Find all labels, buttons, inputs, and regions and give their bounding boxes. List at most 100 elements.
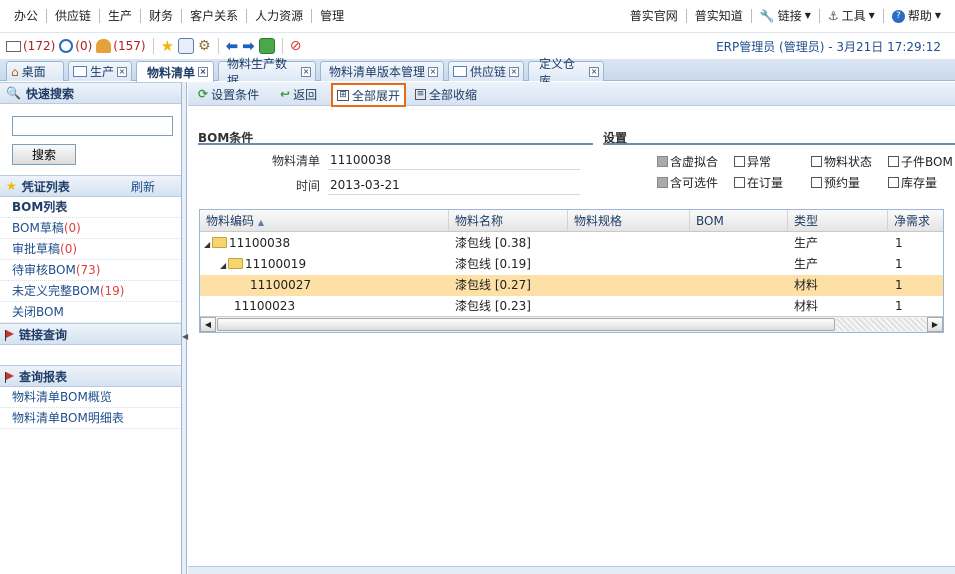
forward-arrow-icon[interactable]: ➡	[242, 37, 255, 55]
main-menu: 办公 供应链 生产 财务 客户关系 人力资源 管理	[6, 9, 352, 23]
checkbox-exception[interactable]: 异常	[734, 153, 771, 170]
checkbox-box	[888, 156, 899, 167]
sidebar-item-approval-draft[interactable]: 审批草稿(0)	[0, 239, 181, 260]
report-query-header[interactable]: 查询报表	[0, 365, 181, 387]
sidebar-item-count: (73)	[75, 263, 101, 277]
knowledge-link[interactable]: 普实知道	[687, 9, 752, 23]
voucher-list-title: 凭证列表	[21, 179, 70, 194]
tab-define-warehouse[interactable]: 定义仓库 ×	[528, 57, 604, 88]
help-icon: ?	[891, 9, 905, 23]
tab-bom-version[interactable]: 物料清单版本管理 ×	[320, 61, 444, 81]
users-button[interactable]: (157)	[96, 39, 146, 53]
close-icon[interactable]: ×	[301, 66, 311, 77]
sidebar-item-bom-draft[interactable]: BOM草稿(0)	[0, 218, 181, 239]
quick-search-header[interactable]: 🔍 快速搜索	[0, 82, 181, 104]
back-button[interactable]: ↩ 返回	[276, 85, 321, 103]
column-bom[interactable]: BOM	[690, 210, 788, 232]
sidebar-item-closed-bom[interactable]: 关闭BOM	[0, 302, 181, 323]
checkbox-stock[interactable]: 库存量	[888, 174, 937, 191]
close-icon[interactable]: ×	[428, 66, 439, 77]
tab-supply-chain[interactable]: 供应链 ×	[448, 61, 524, 81]
refresh-link[interactable]: 刷新	[131, 178, 155, 195]
bom-field-value[interactable]: 11100038	[328, 150, 580, 170]
sidebar-item-label: BOM列表	[12, 200, 68, 214]
tab-bom[interactable]: 物料清单 ×	[136, 61, 214, 82]
tab-material-production-data[interactable]: 物料生产数据 ×	[218, 57, 316, 88]
official-site-link[interactable]: 普实官网	[622, 9, 687, 23]
close-icon[interactable]: ×	[589, 66, 599, 77]
scroll-right-icon[interactable]: ▶	[927, 317, 943, 332]
toolbar-separator	[152, 38, 154, 54]
mail-button[interactable]: (172)	[6, 39, 55, 53]
report-query-title: 查询报表	[19, 369, 68, 384]
settings-gear-icon[interactable]: ⚙	[198, 38, 211, 54]
column-type[interactable]: 类型	[788, 210, 888, 232]
sidebar-item-pending-bom[interactable]: 待审核BOM(73)	[0, 260, 181, 281]
time-field-label: 时间	[295, 178, 320, 193]
scroll-thumb[interactable]	[217, 318, 835, 331]
column-net-demand[interactable]: 净需求	[888, 210, 943, 232]
help-menu[interactable]: ? 帮助 ▼	[884, 9, 949, 23]
tools-menu[interactable]: ⚓ 工具 ▼	[820, 9, 884, 23]
column-material-code[interactable]: 物料编码 ▲	[200, 210, 449, 232]
close-icon[interactable]: ×	[117, 66, 127, 77]
close-icon[interactable]: ×	[509, 66, 519, 77]
report-item-bom-detail[interactable]: 物料清单BOM明细表	[0, 408, 181, 429]
calendar-icon[interactable]	[178, 38, 195, 54]
voucher-list-header[interactable]: ★ 凭证列表 刷新	[0, 175, 181, 197]
tab-production[interactable]: 生产 ×	[68, 61, 132, 81]
horizontal-scrollbar[interactable]: ◀ ▶	[200, 316, 943, 332]
alarm-count: (0)	[75, 39, 93, 53]
sidebar-item-bom-list[interactable]: BOM列表	[0, 197, 181, 218]
table-row-selected[interactable]: 11100027 漆包线 [0.27] 材料 1	[200, 275, 943, 296]
checkbox-optional[interactable]: 含可选件	[657, 174, 718, 191]
checkbox-box	[734, 156, 745, 167]
menu-office[interactable]: 办公	[6, 9, 48, 23]
main-content: ⟳ 设置条件 ↩ 返回 ⊞ 全部展开 ≡ 全部收缩 BOM条件 设置 物料清单 …	[188, 82, 955, 574]
table-row[interactable]: 11100023 漆包线 [0.23] 材料 1	[200, 296, 943, 317]
collapse-all-button[interactable]: ≡ 全部收缩	[411, 85, 481, 103]
expand-all-button[interactable]: ⊞ 全部展开	[331, 83, 407, 107]
scroll-left-icon[interactable]: ◀	[200, 317, 216, 332]
back-arrow-icon[interactable]: ⬅	[226, 37, 239, 55]
search-icon: 🔍	[6, 86, 21, 100]
menu-production[interactable]: 生产	[100, 9, 142, 23]
close-icon[interactable]: ×	[198, 67, 209, 77]
logout-icon[interactable]: ⊘	[290, 38, 302, 54]
table-row[interactable]: ◢ 11100038 漆包线 [0.38] 生产 1	[200, 233, 943, 254]
checkbox-virtual[interactable]: 含虚拟合	[657, 153, 718, 170]
sidebar-splitter[interactable]: ◀	[182, 82, 188, 574]
link-query-header[interactable]: 链接查询	[0, 323, 181, 345]
menu-crm[interactable]: 客户关系	[182, 9, 248, 23]
report-item-bom-overview[interactable]: 物料清单BOM概览	[0, 387, 181, 408]
expanded-arrow-icon[interactable]: ◢	[204, 234, 212, 255]
alarm-button[interactable]: (0)	[59, 39, 92, 53]
search-input[interactable]	[12, 116, 173, 136]
scroll-track[interactable]	[836, 318, 926, 331]
checkbox-material-status[interactable]: 物料状态	[811, 153, 872, 170]
set-conditions-button[interactable]: ⟳ 设置条件	[194, 85, 263, 103]
tab-desktop[interactable]: ⌂ 桌面	[6, 61, 64, 81]
expanded-arrow-icon[interactable]: ◢	[220, 255, 228, 276]
checkbox-on-order[interactable]: 在订量	[734, 174, 783, 191]
menu-finance[interactable]: 财务	[141, 9, 183, 23]
report-list: 物料清单BOM概览 物料清单BOM明细表	[0, 387, 181, 429]
menu-supply-chain[interactable]: 供应链	[47, 9, 101, 23]
checkbox-label: 含可选件	[670, 176, 719, 190]
cell-need: 1	[895, 236, 903, 250]
checkbox-reserved[interactable]: 预约量	[811, 174, 860, 191]
checkbox-sub-bom[interactable]: 子件BOM	[888, 153, 953, 170]
time-field-value[interactable]: 2013-03-21	[328, 175, 580, 195]
sidebar-item-undefined-bom[interactable]: 未定义完整BOM(19)	[0, 281, 181, 302]
menu-hr[interactable]: 人力资源	[247, 9, 313, 23]
column-material-name[interactable]: 物料名称	[449, 210, 568, 232]
table-row[interactable]: ◢ 11100019 漆包线 [0.19] 生产 1	[200, 254, 943, 275]
refresh-icon[interactable]	[258, 38, 275, 54]
column-material-spec[interactable]: 物料规格	[568, 210, 690, 232]
toolbar-separator	[217, 38, 219, 54]
cell-type: 材料	[794, 299, 819, 313]
links-menu[interactable]: 🔧 链接 ▼	[752, 9, 820, 23]
search-button[interactable]: 搜索	[12, 144, 76, 165]
menu-admin[interactable]: 管理	[312, 9, 352, 23]
favorite-star-icon[interactable]: ★	[161, 37, 174, 55]
